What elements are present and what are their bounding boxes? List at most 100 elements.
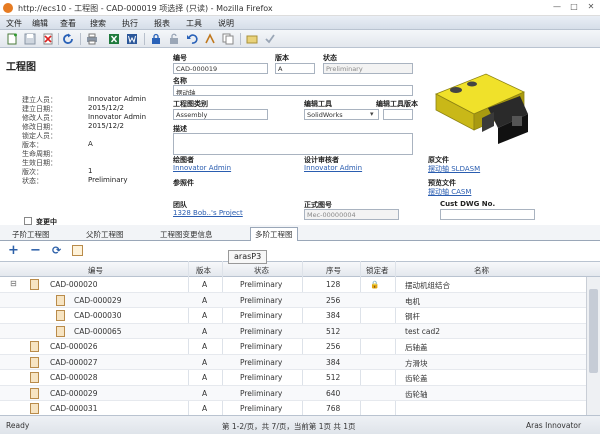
menu-file[interactable]: 文件 <box>6 18 22 29</box>
excel-icon[interactable] <box>108 33 120 45</box>
number-field[interactable]: CAD-000019 <box>173 63 268 74</box>
item-form: 工程图 建立人员： Innovator Admin 建立日期： 2015/12/… <box>0 48 600 226</box>
status-bar: Ready 第 1-2/页，共 7/页，当前第 1页 共 1页 Aras Inn… <box>0 415 600 434</box>
menu-actions[interactable]: 执行 <box>122 18 138 29</box>
cell-sequence: 512 <box>326 373 341 382</box>
menu-reports[interactable]: 报表 <box>154 18 170 29</box>
tab-child-drawings[interactable]: 子阶工程图 <box>8 228 54 241</box>
cell-name: 钢杆 <box>405 312 420 321</box>
table-row[interactable]: CAD-000029 A Preliminary 256 电机 <box>0 292 586 308</box>
cell-revision: A <box>202 357 208 367</box>
name-field[interactable]: 摆动轴 <box>173 85 413 96</box>
save-icon[interactable] <box>24 33 36 45</box>
col-header-state[interactable]: 状态 <box>254 265 269 276</box>
cell-number: CAD-000031 <box>50 404 98 413</box>
cell-name: test cad2 <box>405 326 441 336</box>
done-icon[interactable] <box>246 33 258 45</box>
menu-tools[interactable]: 工具 <box>186 18 202 29</box>
meta-value-state: Preliminary <box>88 176 128 184</box>
cell-name: 摆动机组结合 <box>405 281 450 290</box>
revision-field[interactable]: A <box>275 63 315 74</box>
table-row[interactable]: CAD-000026 A Preliminary 256 后轴盖 <box>0 339 586 355</box>
menu-edit[interactable]: 编辑 <box>32 18 48 29</box>
table-row[interactable]: CAD-000029 A Preliminary 640 齿轮轴 <box>0 385 586 401</box>
cust-dwg-label: Cust DWG No. <box>440 200 496 208</box>
team-link[interactable]: 1328 Bob..'s Project <box>173 209 243 217</box>
formal-number-field[interactable]: Mec-00000004 <box>304 209 399 220</box>
reference-label: 参照件 <box>173 179 194 187</box>
table-row[interactable]: CAD-000031 A Preliminary 768 <box>0 401 586 415</box>
multilevel-grid: ⊟ CAD-000020 A Preliminary 128 🔒 摆动机组结合 … <box>0 277 586 415</box>
scrollbar-thumb[interactable] <box>589 289 598 373</box>
minimize-button[interactable]: — <box>548 2 566 13</box>
cell-sequence: 512 <box>326 326 341 336</box>
tab-drawing-changes[interactable]: 工程图变更信息 <box>156 228 217 241</box>
tab-parent-drawings[interactable]: 父阶工程图 <box>82 228 128 241</box>
table-row[interactable]: ⊟ CAD-000020 A Preliminary 128 🔒 摆动机组结合 <box>0 277 586 293</box>
unlock-icon[interactable] <box>168 33 180 45</box>
table-row[interactable]: CAD-000065 A Preliminary 512 test cad2 <box>0 323 586 339</box>
class-field[interactable]: Assembly <box>173 109 268 120</box>
checker-link[interactable]: Innovator Admin <box>304 164 362 172</box>
cell-number: CAD-000027 <box>50 357 98 367</box>
designer-link[interactable]: Innovator Admin <box>173 164 231 172</box>
number-label: 编号 <box>173 54 187 62</box>
col-header-number[interactable]: 编号 <box>88 265 103 276</box>
menu-view[interactable]: 查看 <box>60 18 76 29</box>
refresh-icon[interactable] <box>62 33 74 45</box>
copy-icon[interactable] <box>222 33 234 45</box>
meta-value-revision: A <box>88 140 93 148</box>
cell-name: 电机 <box>405 296 420 306</box>
meta-label-state: 状态： <box>22 177 43 185</box>
add-row-icon[interactable]: + <box>8 244 19 257</box>
pick-item-icon[interactable] <box>72 245 83 256</box>
tool-version-field[interactable] <box>383 109 413 120</box>
cell-state: Preliminary <box>240 404 283 413</box>
refresh-grid-icon[interactable]: ⟳ <box>52 245 61 257</box>
close-button[interactable]: ✕ <box>582 2 600 13</box>
drawing-file-icon <box>30 372 39 383</box>
col-header-revision[interactable]: 版本 <box>196 265 211 276</box>
cell-sequence: 768 <box>326 404 341 413</box>
native-file-link[interactable]: 摆动轴 SLDASM <box>428 164 480 174</box>
cell-state: Preliminary <box>240 357 283 367</box>
tooltip: arasP3 <box>228 250 268 264</box>
cell-revision: A <box>202 311 208 320</box>
col-header-locked-by[interactable]: 锁定者 <box>366 265 389 276</box>
promote-icon[interactable] <box>204 33 216 45</box>
print-icon[interactable] <box>86 33 98 45</box>
description-field[interactable] <box>173 133 413 155</box>
menu-help[interactable]: 说明 <box>218 18 234 29</box>
chevron-down-icon[interactable]: ▾ <box>370 110 374 118</box>
main-toolbar <box>0 30 600 48</box>
in-change-checkbox[interactable] <box>24 217 32 225</box>
viewable-file-link[interactable]: 摆动轴 CASM <box>428 187 471 197</box>
lock-icon[interactable] <box>150 33 162 45</box>
grid-header: 编号 版本 状态 序号 锁定者 名称 <box>0 261 600 277</box>
undo-icon[interactable] <box>186 33 198 45</box>
state-field[interactable]: Preliminary <box>323 63 413 74</box>
tab-multilevel-drawings[interactable]: 多阶工程图 <box>250 227 298 242</box>
grid-scrollbar[interactable] <box>586 277 600 415</box>
status-ready: Ready <box>6 421 30 430</box>
table-row[interactable]: CAD-000027 A Preliminary 384 方滑块 <box>0 354 586 370</box>
word-icon[interactable] <box>126 33 138 45</box>
cell-state: Preliminary <box>240 326 283 336</box>
meta-value-created-by: Innovator Admin <box>88 95 147 103</box>
cust-dwg-field[interactable] <box>440 209 535 220</box>
menu-search[interactable]: 搜索 <box>90 18 106 29</box>
table-row[interactable]: CAD-000028 A Preliminary 512 齿轮盖 <box>0 370 586 386</box>
drawing-file-icon <box>56 294 65 306</box>
maximize-button[interactable]: □ <box>565 2 583 13</box>
col-header-name[interactable]: 名称 <box>474 265 489 276</box>
table-row[interactable]: CAD-000030 A Preliminary 384 钢杆 <box>0 308 586 324</box>
collapse-icon[interactable]: ⊟ <box>10 279 17 288</box>
check-icon[interactable] <box>264 33 276 45</box>
col-header-sequence[interactable]: 序号 <box>326 265 341 276</box>
tool-select[interactable]: SolidWorks <box>304 109 379 120</box>
cell-number: CAD-000020 <box>50 280 98 289</box>
new-icon[interactable] <box>6 33 18 45</box>
remove-row-icon[interactable]: − <box>30 244 41 257</box>
delete-icon[interactable] <box>42 33 54 45</box>
grid-toolbar: + − ⟳ <box>0 241 600 261</box>
